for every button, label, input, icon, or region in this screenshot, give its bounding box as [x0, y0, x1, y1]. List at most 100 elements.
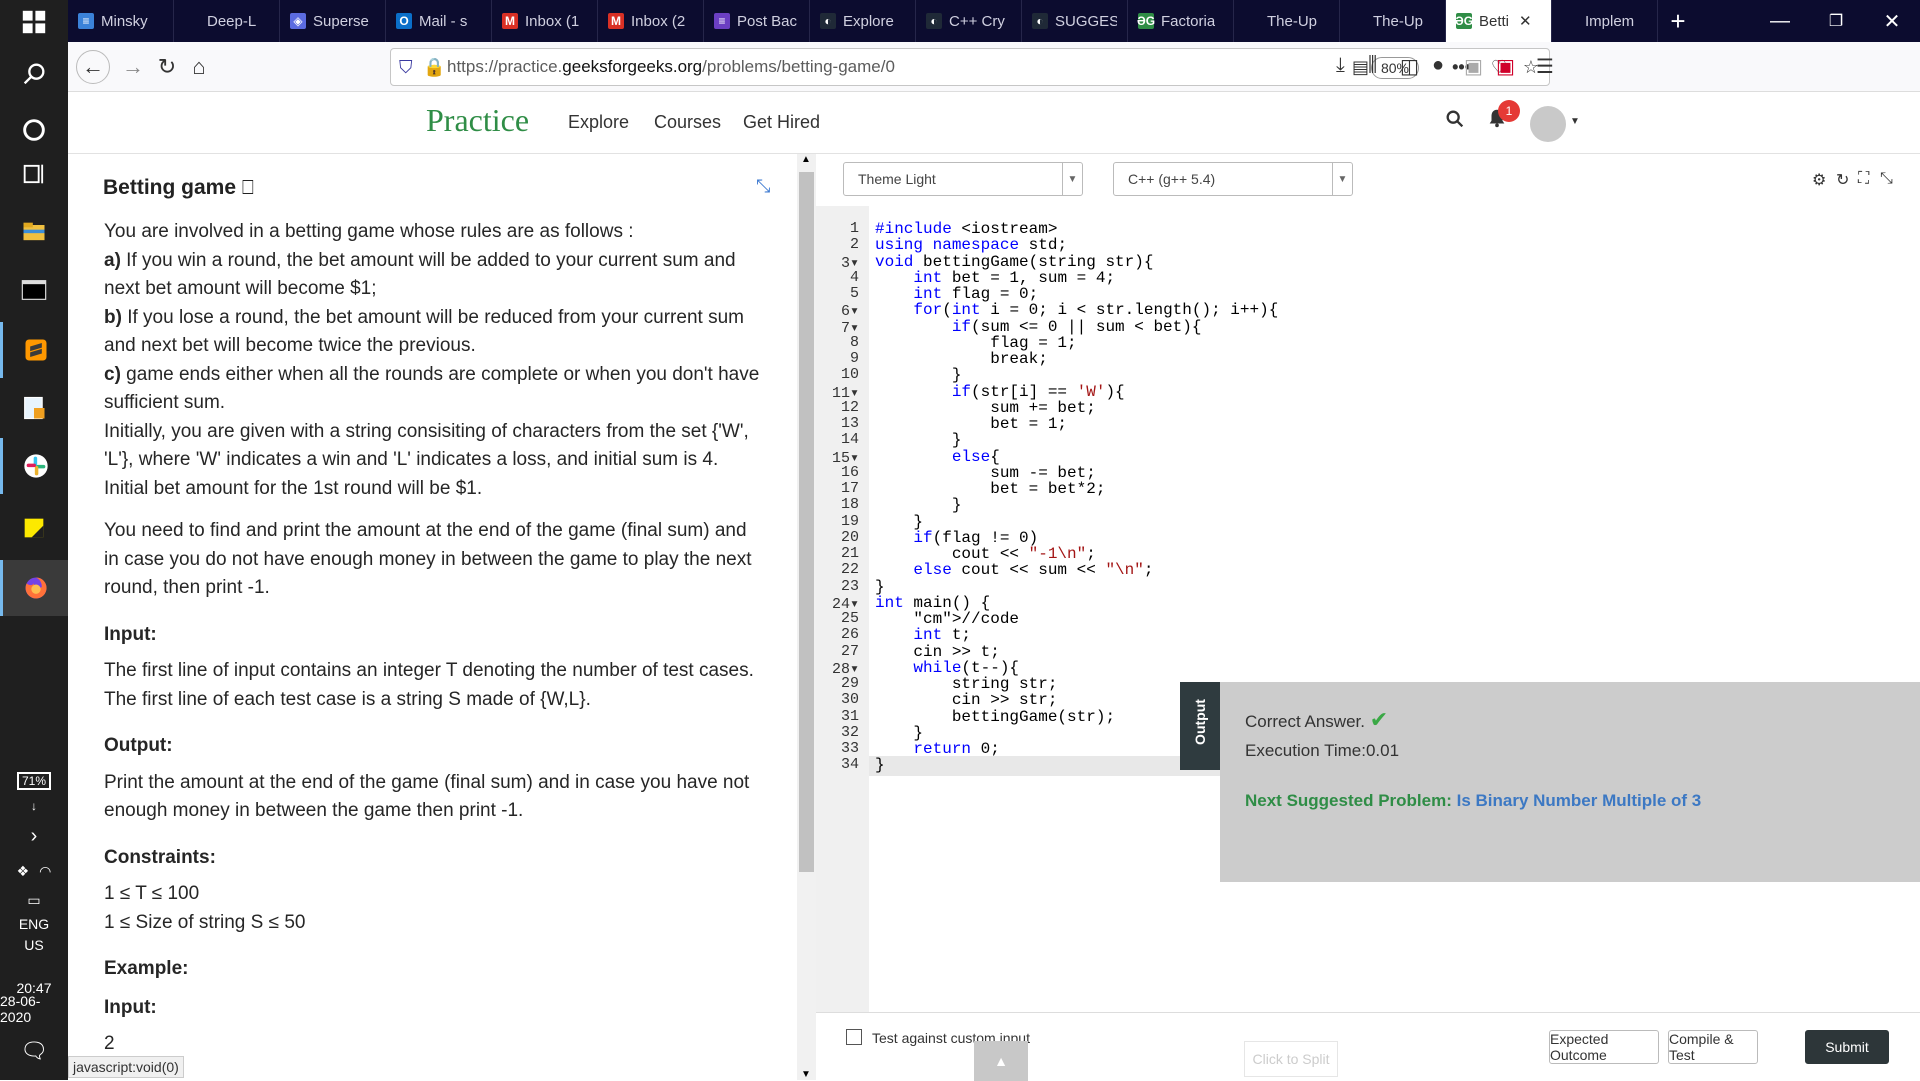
browser-tab[interactable]: ◐ C++ Cry [916, 0, 1022, 42]
browser-tab[interactable]: ƏG Betti ✕ [1446, 0, 1552, 42]
browser-tab[interactable]: O Mail - s [386, 0, 492, 42]
reader-view-icon[interactable]: ▤ [1352, 57, 1369, 78]
compile-test-button[interactable]: Compile & Test [1668, 1030, 1758, 1064]
problem-scrollbar[interactable]: ▲ ▼ [797, 154, 816, 1080]
custom-input-checkbox[interactable] [846, 1029, 862, 1045]
account-icon[interactable]: ● [1432, 54, 1444, 77]
browser-tab[interactable]: ◐ Explore [810, 0, 916, 42]
scrollbar-thumb[interactable] [799, 172, 814, 872]
rule-b-label: b) [104, 306, 122, 328]
keyboard-icon[interactable]: ▭ [0, 886, 68, 914]
avatar[interactable] [1530, 106, 1566, 142]
notepad-icon[interactable] [0, 380, 68, 436]
click-to-split-button[interactable]: Click to Split [1244, 1041, 1338, 1077]
code-line[interactable]: else cout << sum << "\n"; [875, 561, 1153, 579]
code-line[interactable]: return 0; [875, 740, 999, 758]
browser-tab[interactable]: M Inbox (2 [598, 0, 704, 42]
nav-courses[interactable]: Courses [654, 112, 721, 133]
downloads-icon[interactable]: ⤓ [1336, 54, 1345, 77]
code-line[interactable]: } [875, 756, 885, 774]
submit-button[interactable]: Submit [1805, 1030, 1889, 1064]
language-select[interactable]: C++ (g++ 5.4) ▼ [1113, 162, 1353, 196]
browser-tab[interactable]: Implem [1552, 0, 1658, 42]
theme-select[interactable]: Theme Light ▼ [843, 162, 1083, 196]
constraint-2: 1 ≤ Size of string S ≤ 50 [104, 911, 306, 933]
search-icon[interactable] [1444, 108, 1466, 136]
forward-button[interactable]: → [118, 52, 148, 82]
sidebar-icon[interactable]: ◫ [1400, 54, 1419, 79]
firefox-icon[interactable] [0, 560, 68, 616]
expand-panel-button[interactable]: ▲ [974, 1041, 1028, 1081]
editor-bottom-bar: Test against custom input ▲ Click to Spl… [816, 1012, 1920, 1081]
lock-icon[interactable]: 🔒 [423, 57, 445, 78]
browser-tab[interactable]: M Inbox (1 [492, 0, 598, 42]
reset-code-icon[interactable]: ↻ [1836, 170, 1849, 190]
wifi-icon[interactable]: ◠ [39, 863, 51, 880]
reload-button[interactable]: ↻ [152, 52, 182, 82]
bookmark-icon[interactable]: ⎕ [242, 177, 254, 199]
browser-tab[interactable]: The-Up [1234, 0, 1340, 42]
back-button[interactable]: ← [76, 50, 110, 84]
close-window-button[interactable]: ✕ [1864, 0, 1920, 42]
search-icon[interactable] [0, 46, 68, 102]
show-hidden-icons-icon[interactable]: › [0, 816, 68, 856]
line-number: 17 [840, 480, 859, 497]
browser-tab[interactable]: ƏG Factoria [1128, 0, 1234, 42]
sublime-icon[interactable] [0, 322, 68, 378]
browser-tab[interactable]: Deep-L [174, 0, 280, 42]
restore-button[interactable]: ❐ [1808, 0, 1864, 42]
initial-text: Initially, you are given with a string c… [104, 420, 749, 499]
battery-indicator[interactable]: 71% [0, 766, 68, 796]
slack-icon[interactable] [0, 438, 68, 494]
tracking-protection-icon[interactable]: ⛉ [399, 57, 413, 78]
scroll-down-icon[interactable]: ▼ [801, 1069, 811, 1080]
settings-gear-icon[interactable]: ⚙ [1812, 170, 1826, 190]
windows-start-icon[interactable] [0, 0, 68, 50]
home-button[interactable]: ⌂ [184, 52, 214, 82]
next-problem-link[interactable]: Is Binary Number Multiple of 3 [1457, 791, 1702, 810]
new-tab-button[interactable]: + [1658, 0, 1698, 42]
line-number: 25 [840, 610, 859, 627]
url-text[interactable]: https://practice.geeksforgeeks.org/probl… [447, 57, 895, 77]
line-number: 33 [840, 740, 859, 757]
menu-icon[interactable]: ☰ [1536, 54, 1554, 79]
extension-icon[interactable]: ▣ [1464, 54, 1483, 79]
browser-tab[interactable]: ≡ Minsky [68, 0, 174, 42]
scroll-up-icon[interactable]: ▲ [801, 154, 811, 165]
tab-label: Betti [1479, 12, 1510, 30]
output-tab[interactable]: Output [1180, 682, 1220, 770]
browser-tab[interactable]: ≡ Post Bac [704, 0, 810, 42]
clock-date[interactable]: 28-06-2020 [0, 993, 68, 1025]
browser-tab[interactable]: ◈ Superse [280, 0, 386, 42]
line-number: 13 [840, 415, 859, 432]
fullscreen-icon[interactable]: ⛶ [1858, 170, 1869, 188]
clock-time[interactable]: 20:47 [0, 956, 68, 996]
file-explorer-icon[interactable] [0, 204, 68, 260]
terminal-icon[interactable] [0, 262, 68, 318]
action-center-icon[interactable]: 🗨 [0, 1022, 68, 1080]
region-code[interactable]: US [0, 934, 68, 956]
pocket-extension-icon[interactable]: ▣ [1496, 54, 1515, 79]
chevron-down-icon[interactable]: ▼ [1570, 116, 1580, 127]
tab-favicon-icon [1562, 13, 1578, 29]
nav-explore[interactable]: Explore [568, 112, 629, 133]
practice-logo[interactable]: Practice [426, 102, 529, 139]
tab-label: Minsky [101, 12, 148, 30]
expand-icon[interactable]: ⤡ [756, 176, 770, 197]
code-editor[interactable]: #include <iostream> using namespace std; v… [869, 206, 1920, 1012]
task-view-icon[interactable] [0, 146, 68, 202]
line-number: 8 [849, 333, 859, 351]
sticky-notes-icon[interactable] [0, 500, 68, 556]
minimize-button[interactable]: — [1752, 0, 1808, 42]
close-tab-icon[interactable]: ✕ [1519, 12, 1532, 30]
browser-tab[interactable]: The-Up [1340, 0, 1446, 42]
collapse-icon[interactable]: ⤡ [1880, 170, 1893, 188]
nav-get-hired[interactable]: Get Hired [743, 112, 820, 133]
dropbox-icon[interactable]: ❖ [17, 863, 30, 880]
notification-count: 1 [1498, 100, 1520, 122]
library-icon[interactable]: ⫼ [1368, 54, 1377, 77]
language-code[interactable]: ENG [0, 914, 68, 934]
browser-tab[interactable]: ◐ SUGGES [1022, 0, 1128, 42]
next-problem-label: Next Suggested Problem: [1245, 791, 1457, 810]
expected-outcome-button[interactable]: Expected Outcome [1549, 1030, 1659, 1064]
